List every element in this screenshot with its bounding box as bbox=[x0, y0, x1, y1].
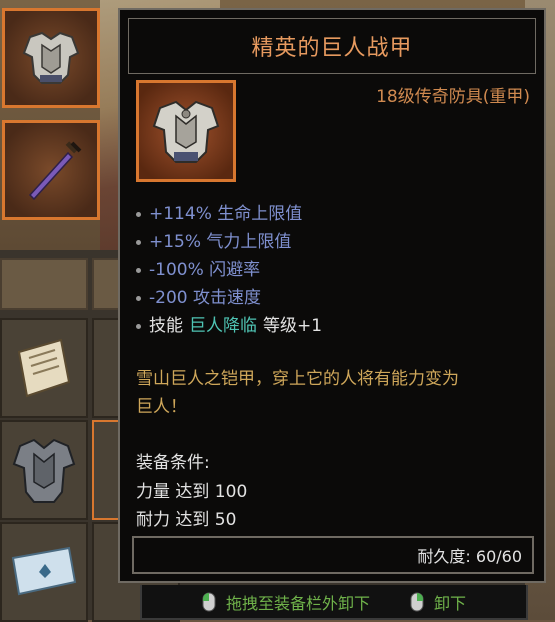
requirement-stamina: 耐力 达到 50 bbox=[136, 510, 237, 530]
item-tooltip: 精英的巨人战甲 18级传奇防具(重甲) +114% 生命上限值 +15% 气力上… bbox=[118, 8, 546, 583]
stat-text: -200 攻击速度 bbox=[149, 288, 261, 308]
equipped-armor-slot[interactable] bbox=[2, 8, 100, 108]
scroll-icon bbox=[17, 338, 71, 398]
item-flavor-text: 雪山巨人之铠甲，穿上它的人将有能力变为 巨人！ bbox=[136, 365, 536, 421]
equipped-weapon-slot[interactable] bbox=[2, 120, 100, 220]
stat-text: +114% 生命上限值 bbox=[149, 204, 303, 224]
requirement-strength: 力量 达到 100 bbox=[136, 482, 248, 502]
stat-line: -100% 闪避率 bbox=[136, 256, 322, 284]
item-type: 18级传奇防具(重甲) bbox=[376, 87, 530, 107]
stat-line: -200 攻击速度 bbox=[136, 284, 322, 312]
requirements-title: 装备条件: bbox=[136, 453, 210, 473]
plate-armor-icon bbox=[22, 31, 80, 84]
inventory-slot-armor[interactable] bbox=[0, 420, 88, 520]
item-title: 精英的巨人战甲 bbox=[251, 36, 413, 61]
skill-suffix: 等级+1 bbox=[263, 316, 323, 336]
sword-icon bbox=[28, 141, 82, 201]
skill-name: 巨人降临 bbox=[189, 316, 257, 336]
item-stats: +114% 生命上限值 +15% 气力上限值 -100% 闪避率 -200 攻击… bbox=[136, 200, 322, 340]
bullet-icon bbox=[136, 211, 141, 217]
plate-armor-icon bbox=[12, 438, 76, 503]
stat-line: +114% 生命上限值 bbox=[136, 200, 322, 228]
skill-line: 技能 巨人降临 等级+1 bbox=[136, 312, 322, 340]
skill-prefix: 技能 bbox=[149, 316, 183, 336]
bullet-icon bbox=[136, 239, 141, 245]
hint-drag-unequip[interactable]: 拖拽至装备栏外卸下 bbox=[226, 590, 370, 614]
bullet-icon bbox=[136, 323, 141, 329]
plate-armor-icon bbox=[152, 100, 220, 163]
durability-text: 耐久度: 60/60 bbox=[417, 547, 522, 566]
bullet-icon bbox=[136, 295, 141, 301]
map-icon bbox=[11, 546, 77, 596]
inventory-tab-1[interactable] bbox=[0, 258, 88, 310]
flavor-line: 雪山巨人之铠甲，穿上它的人将有能力变为 bbox=[136, 369, 459, 389]
stat-text: +15% 气力上限值 bbox=[149, 232, 292, 252]
item-icon-frame bbox=[136, 80, 236, 182]
mouse-right-icon bbox=[410, 592, 424, 612]
hint-unequip[interactable]: 卸下 bbox=[434, 590, 466, 614]
bullet-icon bbox=[136, 267, 141, 273]
durability-box: 耐久度: 60/60 bbox=[132, 536, 534, 574]
tooltip-header: 精英的巨人战甲 bbox=[128, 18, 536, 74]
action-hint-bar: 拖拽至装备栏外卸下 卸下 bbox=[140, 585, 528, 620]
stat-text: -100% 闪避率 bbox=[149, 260, 261, 280]
mouse-left-icon bbox=[202, 592, 216, 612]
stat-line: +15% 气力上限值 bbox=[136, 228, 322, 256]
inventory-slot-map[interactable] bbox=[0, 522, 88, 622]
flavor-line: 巨人！ bbox=[136, 397, 187, 417]
inventory-slot-scroll[interactable] bbox=[0, 318, 88, 418]
